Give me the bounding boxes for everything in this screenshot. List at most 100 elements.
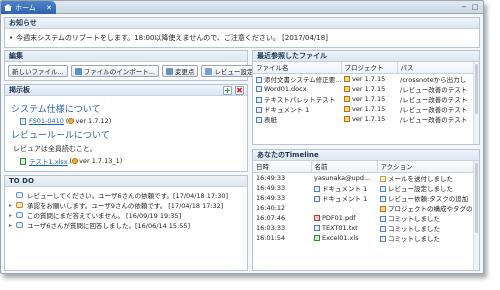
- column-header-project[interactable]: プロジェクト: [341, 62, 398, 74]
- todo-item[interactable]: レビューしてください。ユーザ6さんの依頼です。[17/04/18 17:30]: [9, 190, 243, 200]
- todo-item[interactable]: ▸ ユーザ6さんが質問に回答しました。[16/06/14 15:55]: [9, 220, 243, 231]
- tab-bar: ホーム ✕ − □: [1, 1, 483, 14]
- maximize-button[interactable]: □: [471, 3, 479, 11]
- version-icon: [344, 85, 350, 92]
- notice-title: お知らせ: [5, 18, 479, 29]
- attachment-version: ver 1.7.13_1): [79, 157, 123, 165]
- question-icon: [16, 212, 23, 218]
- document-icon: [314, 195, 320, 202]
- commit-icon: [380, 225, 386, 232]
- import-icon: [74, 67, 82, 75]
- timeline-panel: あなたのTimeline 日時 名前 アクション 16:49:33 yasuna…: [252, 149, 480, 271]
- board-panel: 掲示板 + ✖ システム仕様について FS01-0410 ( ver 1.7.1…: [4, 84, 248, 172]
- topic-attachment: テスト1.xlsx ( ver 1.7.13_1): [20, 156, 241, 166]
- table-row[interactable]: 16:03:33 TEXT01.txt コミットしました: [253, 223, 475, 233]
- table-row[interactable]: 16:49:33 ドキュメント 1 レビュー設定しました: [253, 183, 475, 193]
- todo-item[interactable]: ▸ この質問にまだ答えていません。 [16/09/19 19:35]: [9, 210, 243, 221]
- column-header-action[interactable]: アクション: [377, 161, 476, 173]
- pdf-file-icon: [314, 214, 320, 221]
- version-icon: [72, 158, 79, 164]
- import-file-button[interactable]: ファイルのインポート...: [70, 65, 159, 77]
- minimize-button[interactable]: −: [460, 3, 468, 11]
- todo-title: TO DO: [5, 176, 247, 187]
- excel-file-icon: [314, 234, 320, 241]
- home-window: ホーム ✕ − □ お知らせ 今週末システムのリブートをします。18:00以降使…: [0, 0, 484, 274]
- new-file-button[interactable]: 新しいファイル...: [8, 65, 68, 77]
- add-post-button[interactable]: +: [223, 86, 232, 95]
- expand-icon[interactable]: ▸: [9, 222, 16, 229]
- todo-item[interactable]: ▸ 承認をお願いします。ユーザ9さんの依頼です。 [17/04/18 17:32…: [9, 200, 243, 211]
- topic-heading: レビュールールについて: [11, 131, 110, 141]
- attachment-link[interactable]: FS01-0410: [29, 117, 64, 125]
- approve-icon: [16, 202, 23, 208]
- document-icon: [256, 106, 262, 113]
- edit-panel: 編集 新しいファイル... ファイルのインポート... 変更点 レビュー設定: [4, 50, 258, 81]
- review-settings-button-label: レビュー設定: [214, 68, 254, 76]
- recent-files-panel: 最近参照したファイル ファイル名 プロジェクト パス 添付文書システム修正要..…: [252, 50, 480, 145]
- table-row[interactable]: 添付文書システム修正要... ver 1.7.15 /crossnoteから出力…: [253, 73, 475, 84]
- home-icon: [4, 4, 12, 11]
- changes-button-label: 変更点: [174, 68, 195, 76]
- table-row[interactable]: 16:07:46 PDF01.pdf コミットしました: [253, 213, 475, 223]
- timeline-table: 日時 名前 アクション 16:49:33 yasunaka@upd... メール…: [253, 161, 476, 243]
- changes-icon: [165, 67, 173, 75]
- table-row[interactable]: ドキュメント 1 ver 1.7.15 /レビュー改善のテスト: [253, 104, 475, 114]
- expand-icon[interactable]: ▸: [9, 202, 16, 209]
- table-row[interactable]: 16:40:12 プロジェクトの構成やタグの: [253, 203, 475, 213]
- timeline-scrollbar[interactable]: [473, 161, 479, 270]
- commit-icon: [380, 235, 386, 242]
- recent-files-scrollbar[interactable]: [473, 62, 479, 144]
- document-icon: [20, 117, 26, 125]
- project-icon: [380, 205, 386, 212]
- import-file-button-label: ファイルのインポート...: [83, 68, 155, 76]
- topic-text: レビュアは全員読むこと。: [13, 145, 97, 153]
- topic-heading: システム仕様について: [11, 105, 101, 115]
- review-settings-button[interactable]: レビュー設定: [201, 65, 258, 77]
- table-row[interactable]: 16:49:33 yasunaka@upd... メールを送付しました: [253, 172, 475, 183]
- recent-files-title: 最近参照したファイル: [253, 51, 479, 62]
- table-row[interactable]: Word01.docx ver 1.7.15 /レビュー改善のテスト: [253, 84, 475, 94]
- tab-close-icon[interactable]: ✕: [46, 4, 52, 12]
- word-file-icon: [256, 85, 262, 92]
- tab-home[interactable]: ホーム ✕: [1, 1, 56, 14]
- notice-panel: お知らせ 今週末システムのリブートをします。18:00以降使えませんので、ご注意…: [4, 17, 480, 48]
- text-palette-icon: [256, 96, 262, 103]
- version-icon: [68, 118, 75, 124]
- expand-icon[interactable]: ▸: [9, 212, 16, 219]
- column-header-name[interactable]: 名前: [311, 161, 378, 173]
- column-header-path[interactable]: パス: [397, 62, 476, 74]
- version-icon: [344, 115, 350, 122]
- delete-post-button[interactable]: ✖: [235, 86, 244, 95]
- changes-button[interactable]: 変更点: [161, 65, 199, 77]
- version-icon: [344, 105, 350, 112]
- table-row[interactable]: 16:49:33 ドキュメント 1 レビュー依頼:タスクの追加: [253, 193, 475, 203]
- mail-icon: [380, 175, 386, 182]
- new-file-button-label: 新しいファイル...: [12, 68, 64, 76]
- table-row[interactable]: 表紙 ver 1.7.15 /レビュー改善のテスト: [253, 114, 475, 124]
- table-row[interactable]: テキストパレットテスト ver 1.7.15 /レビュー改善のテスト: [253, 94, 475, 104]
- timeline-title: あなたのTimeline: [253, 150, 479, 161]
- attachment-version: ver 1.7.12): [75, 117, 112, 125]
- attachment-link[interactable]: テスト1.xlsx: [29, 156, 68, 166]
- review-request-icon: [380, 195, 386, 202]
- version-icon: [344, 95, 350, 102]
- recent-files-table: ファイル名 プロジェクト パス 添付文書システム修正要... ver 1.7.1…: [253, 62, 476, 124]
- answer-icon: [16, 222, 23, 228]
- text-file-icon: [314, 224, 320, 231]
- document-icon: [256, 116, 262, 123]
- topic-attachment: FS01-0410 ( ver 1.7.12): [20, 117, 241, 125]
- commit-icon: [380, 215, 386, 222]
- file-icon: [256, 76, 262, 83]
- edit-title: 編集: [5, 51, 247, 62]
- version-icon: [344, 75, 350, 82]
- tab-home-label: ホーム: [15, 3, 36, 12]
- column-header-file-name[interactable]: ファイル名: [253, 62, 342, 74]
- document-icon: [314, 185, 320, 192]
- review-icon: [16, 192, 23, 198]
- column-header-datetime[interactable]: 日時: [253, 161, 312, 173]
- todo-panel: TO DO レビューしてください。ユーザ6さんの依頼です。[17/04/18 1…: [4, 175, 248, 271]
- window-controls: − □: [460, 3, 479, 11]
- table-row[interactable]: 16:01:54 Excel01.xls コミットしました: [253, 233, 475, 243]
- review-settings-icon: [205, 67, 213, 75]
- notice-text: 今週末システムのリブートをします。18:00以降使えませんので、ご注意ください。…: [5, 29, 479, 47]
